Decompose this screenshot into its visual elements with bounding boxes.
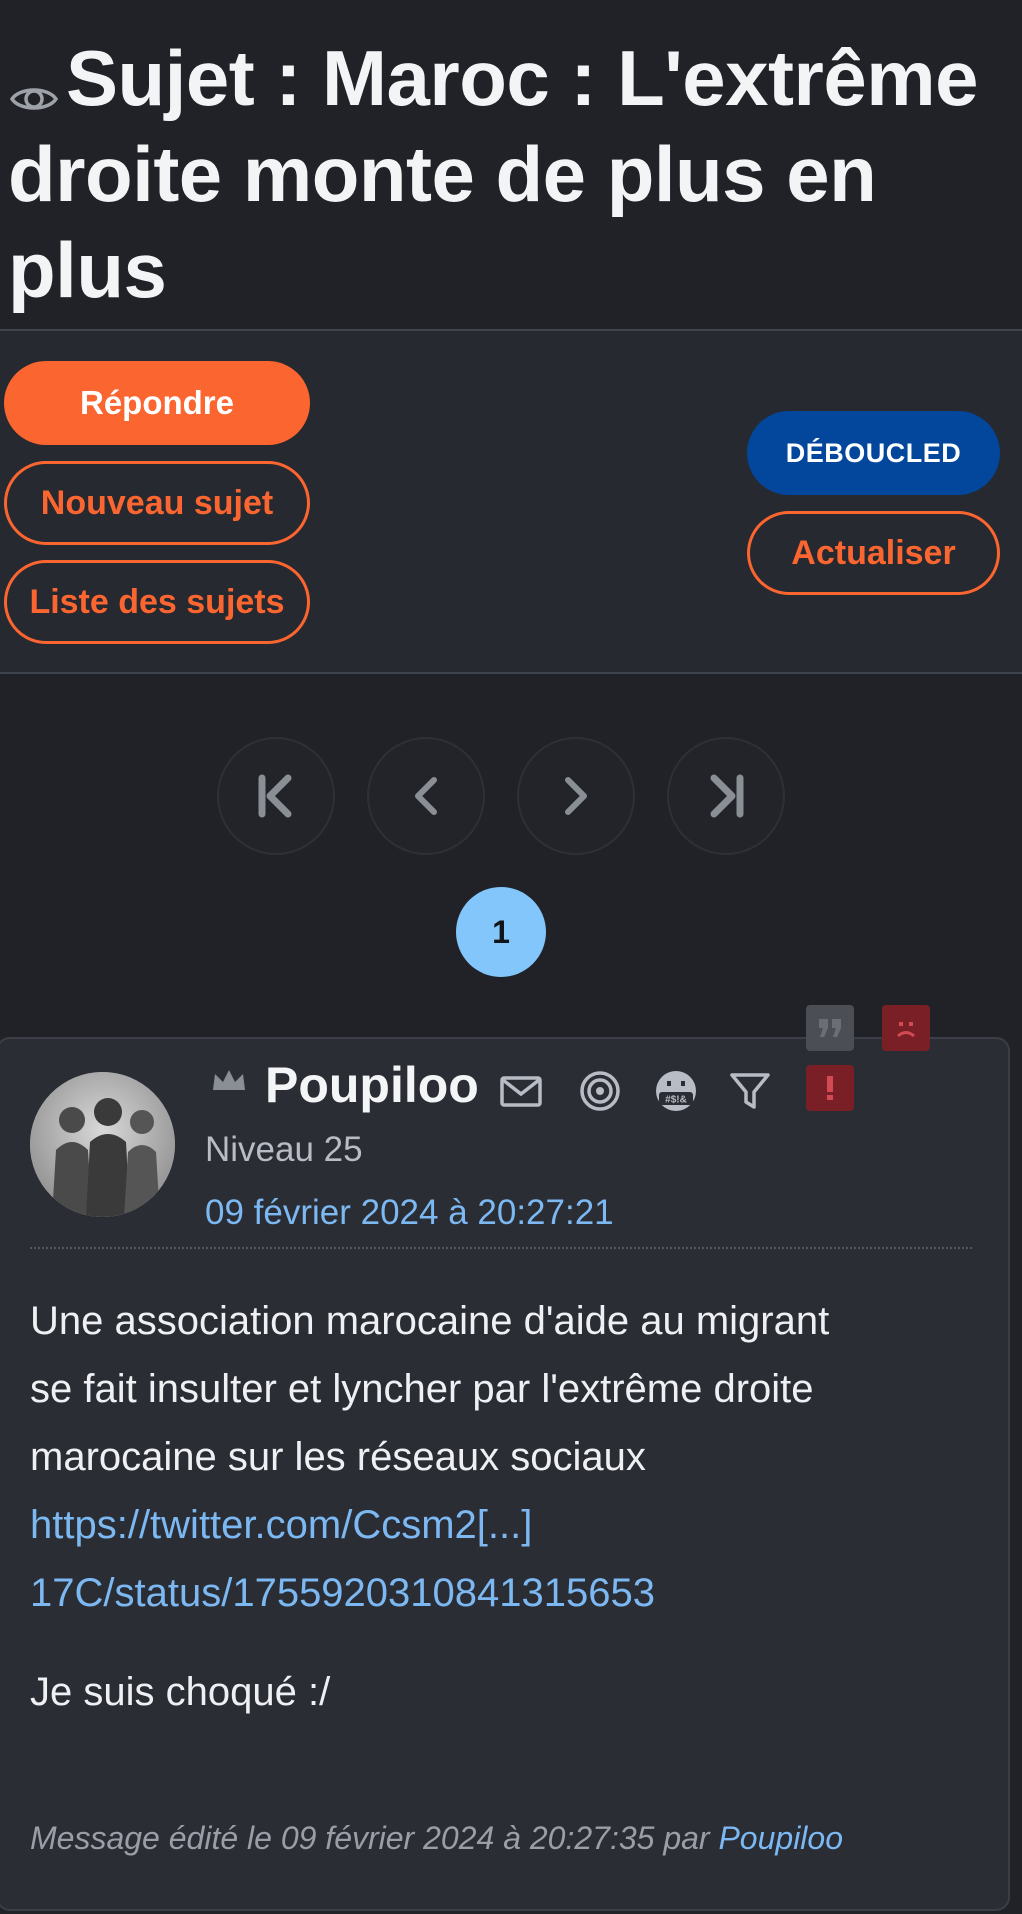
post-body-line: Une association marocaine d'aide au migr…	[30, 1299, 830, 1343]
next-page-button[interactable]	[517, 737, 635, 855]
first-page-icon	[258, 774, 292, 818]
exclamation-icon	[827, 1076, 833, 1100]
post-body-line: se fait insulter et lyncher par l'extrêm…	[30, 1367, 814, 1411]
topic-actions: Répondre Nouveau sujet Liste des sujets …	[0, 331, 1022, 672]
post-link-line2: 17C/status/1755920310841315653	[30, 1571, 655, 1615]
sad-reaction-button[interactable]	[882, 1005, 930, 1051]
post-header-separator	[30, 1247, 972, 1249]
mail-icon	[500, 1076, 542, 1107]
prev-page-icon	[415, 777, 437, 815]
post-date[interactable]: 09 février 2024 à 20:27:21	[205, 1193, 614, 1233]
svg-text:#$!&: #$!&	[665, 1095, 687, 1106]
filter-icon	[730, 1073, 770, 1109]
topic-title-line2: droite monte de plus en plus	[8, 130, 877, 314]
post-author[interactable]: Poupiloo	[265, 1056, 479, 1114]
crown-icon	[213, 1070, 245, 1090]
avatar[interactable]	[30, 1072, 175, 1217]
swear-face-icon: #$!&	[656, 1071, 696, 1111]
divider	[0, 672, 1022, 674]
hypnose-button[interactable]	[578, 1069, 622, 1113]
post-link-line1: https://twitter.com/Ccsm2[...]	[30, 1503, 533, 1547]
topic-title-line1: Sujet : Maroc : L'extrême	[66, 34, 978, 122]
message-user-button[interactable]	[499, 1069, 543, 1113]
deboucled-button[interactable]: DÉBOUCLED	[747, 411, 1000, 495]
quote-button[interactable]	[806, 1005, 854, 1051]
filter-button[interactable]	[728, 1069, 772, 1113]
topic-list-button[interactable]: Liste des sujets	[4, 560, 310, 644]
new-topic-button[interactable]: Nouveau sujet	[4, 461, 310, 545]
post-extra-text: Je suis choqué :/	[30, 1670, 331, 1714]
censor-button[interactable]: #$!&	[654, 1069, 698, 1113]
post-link[interactable]: https://twitter.com/Ccsm2[...] 17C/statu…	[30, 1491, 980, 1627]
reply-button[interactable]: Répondre	[4, 361, 310, 445]
current-page-badge[interactable]: 1	[456, 887, 546, 977]
edit-note-user-link[interactable]: Poupiloo	[718, 1820, 843, 1856]
refresh-button[interactable]: Actualiser	[747, 511, 1000, 595]
edit-note-text: Message édité le 09 février 2024 à 20:27…	[30, 1820, 719, 1856]
last-page-button[interactable]	[667, 737, 785, 855]
edit-note: Message édité le 09 février 2024 à 20:27…	[30, 1820, 843, 1857]
first-page-button[interactable]	[217, 737, 335, 855]
last-page-icon	[710, 774, 744, 818]
topic-title: Sujet : Maroc : L'extrême droite monte d…	[8, 30, 1008, 318]
sad-face-icon	[897, 1022, 915, 1038]
post-body: Une association marocaine d'aide au migr…	[30, 1287, 980, 1627]
eye-icon[interactable]	[8, 50, 60, 111]
quote-icon	[819, 1019, 841, 1037]
report-button[interactable]	[806, 1065, 854, 1111]
post-body-line: marocaine sur les réseaux sociaux	[30, 1435, 646, 1479]
spiral-icon	[580, 1071, 620, 1111]
next-page-icon	[565, 777, 587, 815]
user-level: Niveau 25	[205, 1130, 363, 1169]
prev-page-button[interactable]	[367, 737, 485, 855]
